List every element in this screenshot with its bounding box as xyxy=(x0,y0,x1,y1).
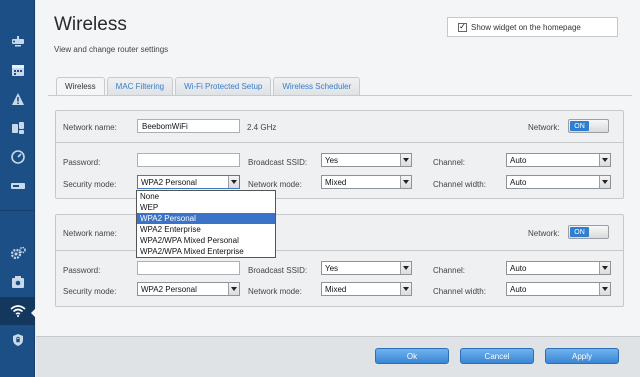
main-content: Wireless View and change router settings… xyxy=(36,0,640,377)
usb-storage-icon xyxy=(10,183,25,189)
network-label: Network: xyxy=(528,229,560,238)
network-label: Network: xyxy=(528,123,560,132)
page-title: Wireless xyxy=(54,14,127,35)
network-mode-label: Network mode: xyxy=(248,287,302,296)
apply-button[interactable]: Apply xyxy=(545,348,619,364)
channel-label: Channel: xyxy=(433,158,466,167)
password-label: Password: xyxy=(63,158,101,167)
sidebar xyxy=(0,0,37,377)
show-widget-label: Show widget on the homepage xyxy=(471,22,581,32)
sidebar-item-wireless[interactable] xyxy=(0,297,35,325)
tab-bar: Wireless MAC Filtering Wi-Fi Protected S… xyxy=(56,77,361,95)
wireless-panel-24ghz: Network name: 2.4 GHz Network: ON Passwo… xyxy=(55,110,624,199)
page-subtitle: View and change router settings xyxy=(54,45,169,54)
channel-width-label: Channel width: xyxy=(433,180,486,189)
security-mode-label: Security mode: xyxy=(63,180,117,189)
channel-label: Channel: xyxy=(433,266,466,275)
security-option-wep[interactable]: WEP xyxy=(137,202,275,213)
channel-value: Auto xyxy=(510,155,527,165)
network-toggle[interactable]: ON xyxy=(568,119,609,133)
chevron-down-icon[interactable] xyxy=(400,283,411,295)
password-input[interactable] xyxy=(137,153,240,167)
network-mode-value: Mixed xyxy=(325,177,347,187)
security-option-mixed-personal[interactable]: WPA2/WPA Mixed Personal xyxy=(137,235,275,246)
broadcast-ssid-select[interactable]: Yes xyxy=(321,261,412,275)
security-mode-value: WPA2 Personal xyxy=(141,177,197,187)
security-mode-select[interactable]: WPA2 Personal xyxy=(137,175,240,189)
sidebar-item-connectivity[interactable] xyxy=(0,239,35,267)
show-widget-option[interactable]: ✓ Show widget on the homepage xyxy=(447,17,618,37)
broadcast-ssid-value: Yes xyxy=(325,263,339,273)
channel-value: Auto xyxy=(510,263,527,273)
broadcast-ssid-select[interactable]: Yes xyxy=(321,153,412,167)
security-option-wpa2-personal[interactable]: WPA2 Personal xyxy=(137,213,275,224)
broadcast-ssid-value: Yes xyxy=(325,155,339,165)
band-label: 2.4 GHz xyxy=(247,123,277,132)
network-map-icon xyxy=(11,36,24,47)
channel-width-value: Auto xyxy=(510,177,527,187)
tab-mac-filtering[interactable]: MAC Filtering xyxy=(106,77,174,95)
calendar-icon xyxy=(11,65,24,76)
password-input[interactable] xyxy=(137,261,240,275)
security-mode-value: WPA2 Personal xyxy=(141,284,197,294)
speed-gauge-icon xyxy=(10,150,25,164)
tab-wireless[interactable]: Wireless xyxy=(56,77,105,95)
chevron-down-icon[interactable] xyxy=(599,154,610,166)
channel-width-label: Channel width: xyxy=(433,287,486,296)
network-mode-select[interactable]: Mixed xyxy=(321,282,412,296)
footer-bar: Ok Cancel Apply xyxy=(36,336,640,377)
chevron-down-icon[interactable] xyxy=(599,262,610,274)
chevron-down-icon[interactable] xyxy=(599,283,610,295)
ok-button[interactable]: Ok xyxy=(375,348,449,364)
network-toggle-on: ON xyxy=(570,227,589,237)
broadcast-ssid-label: Broadcast SSID: xyxy=(248,266,308,275)
channel-width-select[interactable]: Auto xyxy=(506,282,611,296)
security-mode-options: None WEP WPA2 Personal WPA2 Enterprise W… xyxy=(136,190,276,258)
broadcast-ssid-label: Broadcast SSID: xyxy=(248,158,308,167)
password-label: Password: xyxy=(63,266,101,275)
network-mode-label: Network mode: xyxy=(248,180,302,189)
network-name-label: Network name: xyxy=(63,229,117,238)
security-mode-select[interactable]: WPA2 Personal xyxy=(137,282,240,296)
warning-icon xyxy=(11,93,24,105)
connectivity-gear-icon xyxy=(10,246,26,260)
network-toggle-on: ON xyxy=(570,121,589,131)
sidebar-item-network-map[interactable] xyxy=(0,27,35,55)
sidebar-item-router-settings[interactable] xyxy=(0,268,35,296)
security-option-mixed-enterprise[interactable]: WPA2/WPA Mixed Enterprise xyxy=(137,246,275,257)
chevron-down-icon[interactable] xyxy=(599,176,610,188)
show-widget-checkbox[interactable]: ✓ xyxy=(458,22,467,32)
network-name-input[interactable] xyxy=(137,119,240,133)
security-shield-icon xyxy=(12,334,23,346)
channel-select[interactable]: Auto xyxy=(506,153,611,167)
sidebar-item-devices[interactable] xyxy=(0,114,35,142)
channel-width-select[interactable]: Auto xyxy=(506,175,611,189)
tab-wifi-protected-setup[interactable]: Wi-Fi Protected Setup xyxy=(175,77,272,95)
sidebar-item-storage[interactable] xyxy=(0,172,35,200)
security-mode-label: Security mode: xyxy=(63,287,117,296)
device-list-icon xyxy=(11,122,24,134)
sidebar-item-alerts[interactable] xyxy=(0,85,35,113)
chevron-down-icon[interactable] xyxy=(400,154,411,166)
router-settings-icon xyxy=(11,276,24,288)
chevron-down-icon[interactable] xyxy=(400,176,411,188)
network-name-label: Network name: xyxy=(63,123,117,132)
tab-wireless-scheduler[interactable]: Wireless Scheduler xyxy=(273,77,361,95)
security-option-none[interactable]: None xyxy=(137,191,275,202)
chevron-down-icon[interactable] xyxy=(228,283,239,295)
network-mode-value: Mixed xyxy=(325,284,347,294)
chevron-down-icon[interactable] xyxy=(228,176,239,188)
sidebar-item-speed[interactable] xyxy=(0,143,35,171)
network-toggle[interactable]: ON xyxy=(568,225,609,239)
sidebar-item-schedule[interactable] xyxy=(0,56,35,84)
security-option-wpa2-enterprise[interactable]: WPA2 Enterprise xyxy=(137,224,275,235)
chevron-down-icon[interactable] xyxy=(400,262,411,274)
wifi-icon xyxy=(9,305,26,317)
panel-divider xyxy=(56,142,623,143)
channel-select[interactable]: Auto xyxy=(506,261,611,275)
sidebar-item-security[interactable] xyxy=(0,326,35,354)
cancel-button[interactable]: Cancel xyxy=(460,348,534,364)
channel-width-value: Auto xyxy=(510,284,527,294)
network-mode-select[interactable]: Mixed xyxy=(321,175,412,189)
